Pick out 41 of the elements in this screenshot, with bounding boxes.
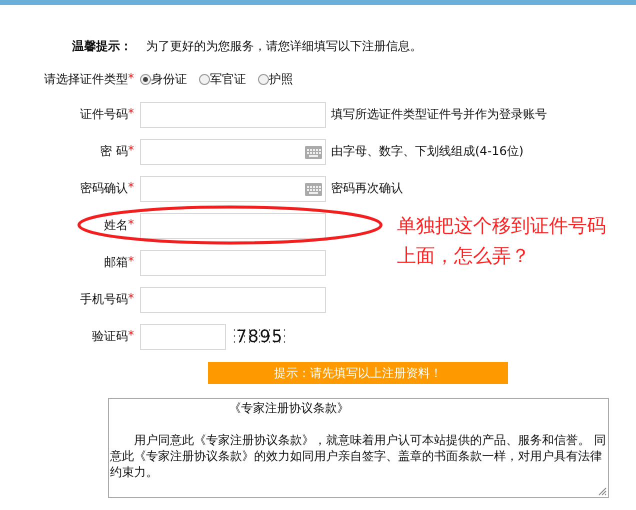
annotation-text: 单独把这个移到证件号码 上面，怎么弄？ <box>397 214 606 269</box>
required-mark: * <box>128 70 134 86</box>
radio-option[interactable]: 军官证 <box>199 70 246 88</box>
field-label: 手机号码 <box>80 291 128 308</box>
field-hint: 由字母、数字、下划线组成(4-16位) <box>331 143 524 160</box>
password-field[interactable] <box>140 176 326 202</box>
password-field[interactable] <box>140 138 326 164</box>
required-mark: * <box>128 143 134 159</box>
field-hint: 填写所选证件类型证件号并作为登录账号 <box>331 106 547 123</box>
field-label: 验证码 <box>92 328 128 345</box>
field-label: 密码确认 <box>80 180 128 197</box>
keyboard-icon[interactable] <box>305 146 322 158</box>
captcha-field[interactable] <box>140 324 226 350</box>
required-mark: * <box>128 217 134 233</box>
notice-label: 温馨提示： <box>71 38 133 55</box>
required-mark: * <box>128 254 134 270</box>
required-mark: * <box>128 328 134 344</box>
resize-grip-icon[interactable] <box>598 487 607 496</box>
required-mark: * <box>128 291 134 307</box>
keyboard-icon[interactable] <box>305 182 322 196</box>
input-field[interactable] <box>140 250 326 276</box>
agreement-box[interactable]: 《专家注册协议条款》 用户同意此《专家注册协议条款》，就意味着用户认可本站提供的产品、服务和信誉。 同意此《专家注册协议条款》的效力如同用户亲自签字、盖章的书面条款一样，对用户具有法律约束力。 <box>108 398 609 498</box>
field-hint: 密码再次确认 <box>331 180 403 197</box>
notice-text: 为了更好的为您服务，请您详细填写以下注册信息。 <box>146 38 422 55</box>
agreement-title: 《专家注册协议条款》 <box>228 400 350 416</box>
radio-button[interactable] <box>199 74 210 84</box>
field-label: 邮箱 <box>104 254 128 271</box>
field-label: 姓名 <box>104 217 128 234</box>
field-label: 证件号码 <box>80 106 128 123</box>
field-label: 密 码 <box>100 143 128 160</box>
agreement-text: 用户同意此《专家注册协议条款》，就意味着用户认可本站提供的产品、服务和信誉。 同意此《专家注册协议条款》的效力如同用户亲自签字、盖章的书面条款一样，对用户具有法律约束力。 <box>110 432 607 480</box>
radio-button[interactable] <box>140 74 151 84</box>
radio-option[interactable]: 护照 <box>258 70 293 88</box>
radio-button[interactable] <box>258 74 269 84</box>
radio-option[interactable]: 身份证 <box>140 70 187 88</box>
required-mark: * <box>128 180 134 196</box>
input-field[interactable] <box>140 286 326 312</box>
input-field[interactable] <box>140 102 326 128</box>
field-label: 请选择证件类型 <box>44 70 128 88</box>
required-mark: * <box>128 106 134 122</box>
input-field[interactable] <box>140 212 326 238</box>
